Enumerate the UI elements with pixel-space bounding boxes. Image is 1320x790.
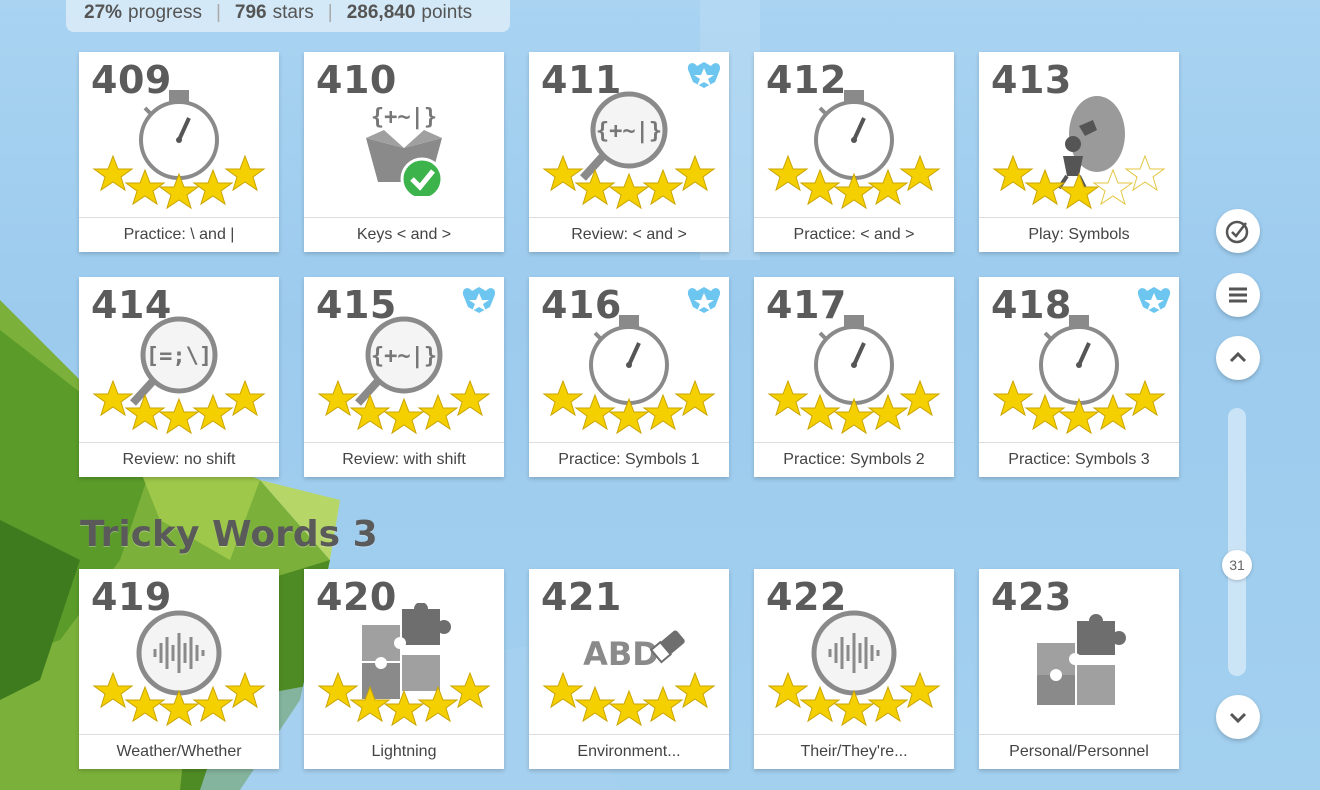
stars-value: 796 — [234, 2, 267, 23]
progress-value: 27% — [84, 2, 123, 23]
stars-label: stars — [272, 2, 314, 23]
lesson-label: Weather/Whether — [79, 734, 279, 769]
expert-badge-icon — [1137, 287, 1171, 313]
points-label: points — [421, 2, 473, 23]
menu-icon — [1229, 287, 1247, 303]
lesson-label: Environment... — [529, 734, 729, 769]
lesson-label: Play: Symbols — [979, 217, 1179, 252]
scroll-track[interactable] — [1228, 408, 1246, 676]
lesson-card-420[interactable]: 420 Lightning — [304, 569, 504, 769]
target-check-icon — [1225, 220, 1249, 244]
symbol-box-check-icon: {+~|} — [366, 105, 444, 196]
lesson-card-422[interactable]: 422 Their/They're... — [754, 569, 954, 769]
lesson-card-411[interactable]: 411 {+~|} Review: < and > — [529, 52, 729, 252]
star-rating — [92, 154, 266, 210]
star-rating — [992, 379, 1166, 435]
lesson-card-416[interactable]: 416 Practice: Symbols 1 — [529, 277, 729, 477]
lesson-card-421[interactable]: 421 ABD Environment... — [529, 569, 729, 769]
star-rating — [767, 379, 941, 435]
expert-badge-icon — [687, 287, 721, 313]
daily-goal-button[interactable] — [1216, 209, 1260, 253]
lesson-label: Practice: \ and | — [79, 217, 279, 252]
star-rating — [992, 154, 1166, 210]
icon-abc-text: ABD — [583, 635, 659, 673]
icon-symbols-text: {+~|} — [371, 344, 437, 369]
star-rating — [92, 671, 266, 727]
lesson-label: Review: with shift — [304, 442, 504, 477]
star-rating — [317, 671, 491, 727]
lesson-card-423[interactable]: 423 Personal/Personnel — [979, 569, 1179, 769]
scroll-thumb[interactable]: 31 — [1222, 550, 1252, 580]
lesson-label: Review: < and > — [529, 217, 729, 252]
star-rating — [767, 671, 941, 727]
menu-button[interactable] — [1216, 273, 1260, 317]
icon-symbols-text: {+~|} — [371, 105, 437, 130]
section-title: Tricky Words 3 — [80, 514, 378, 555]
star-rating — [542, 671, 716, 727]
progress-label: progress — [128, 2, 202, 23]
icon-symbols-text: {+~|} — [596, 119, 662, 144]
chevron-up-icon — [1229, 351, 1247, 363]
separator: | — [327, 2, 333, 23]
lesson-card-419[interactable]: 419 Weather/Whether — [79, 569, 279, 769]
expert-badge-icon — [462, 287, 496, 313]
lesson-card-417[interactable]: 417 Practice: Symbols 2 — [754, 277, 954, 477]
lesson-card-413[interactable]: 413 Play: Symbols — [979, 52, 1179, 252]
points-value: 286,840 — [346, 2, 416, 23]
star-rating — [767, 154, 941, 210]
puzzle-icon — [1037, 614, 1126, 705]
lesson-label: Review: no shift — [79, 442, 279, 477]
progress-summary: 27% progress | 796 stars | 286,840 point… — [66, 0, 510, 32]
lesson-label: Practice: Symbols 3 — [979, 442, 1179, 477]
separator: | — [215, 2, 221, 23]
lesson-card-414[interactable]: 414 [=;\] Review: no shift — [79, 277, 279, 477]
scroll-down-button[interactable] — [1216, 695, 1260, 739]
star-rating — [542, 154, 716, 210]
star-rating — [317, 379, 491, 435]
lesson-card-418[interactable]: 418 Practice: Symbols 3 — [979, 277, 1179, 477]
star-rating — [92, 379, 266, 435]
star-rating — [542, 379, 716, 435]
lesson-label: Practice: Symbols 1 — [529, 442, 729, 477]
lesson-card-412[interactable]: 412 Practice: < and > — [754, 52, 954, 252]
lesson-card-409[interactable]: 409 Practice: \ and | — [79, 52, 279, 252]
lesson-card-410[interactable]: 410 {+~|} Keys < and > — [304, 52, 504, 252]
icon-noshift-text: [=;\] — [146, 344, 212, 369]
expert-badge-icon — [687, 62, 721, 88]
lesson-label: Their/They're... — [754, 734, 954, 769]
lesson-label: Keys < and > — [304, 217, 504, 252]
scroll-up-button[interactable] — [1216, 336, 1260, 380]
lesson-label: Personal/Personnel — [979, 734, 1179, 769]
lesson-label: Practice: < and > — [754, 217, 954, 252]
lesson-label: Practice: Symbols 2 — [754, 442, 954, 477]
chevron-down-icon — [1229, 712, 1247, 724]
lesson-label: Lightning — [304, 734, 504, 769]
lesson-card-415[interactable]: 415 {+~|} Review: with shift — [304, 277, 504, 477]
